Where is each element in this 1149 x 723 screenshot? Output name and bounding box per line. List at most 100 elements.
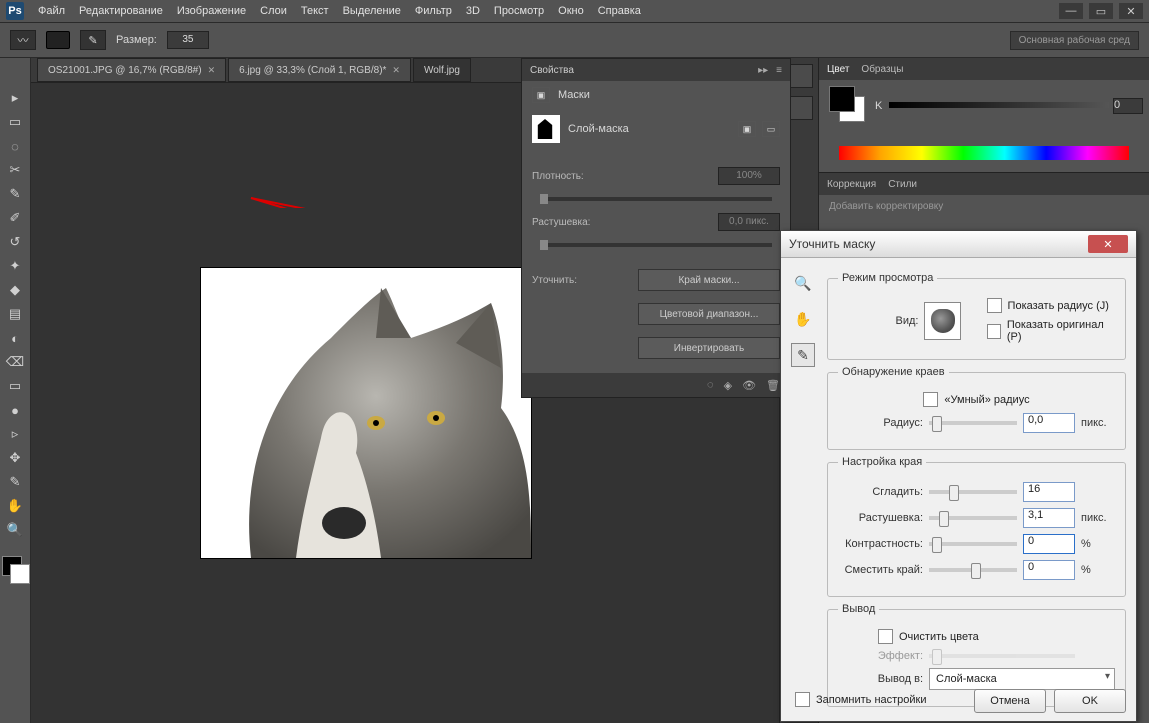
panel-menu-icon[interactable]: ≡ bbox=[776, 65, 782, 76]
fg-bg-swatch[interactable] bbox=[829, 86, 863, 120]
smooth-slider[interactable] bbox=[929, 490, 1017, 494]
remember-checkbox[interactable] bbox=[795, 692, 810, 707]
menu-edit[interactable]: Редактирование bbox=[79, 5, 163, 17]
toggle-icon[interactable]: 👁 bbox=[742, 379, 756, 392]
menu-select[interactable]: Выделение bbox=[343, 5, 401, 17]
feather-value[interactable]: 0,0 пикс. bbox=[718, 213, 780, 231]
adjustments-tabs: Коррекция Стили bbox=[819, 172, 1149, 195]
brush-tool[interactable]: ↺ bbox=[3, 232, 27, 252]
view-thumb[interactable] bbox=[924, 302, 960, 340]
eyedropper-tool[interactable]: ✎ bbox=[3, 184, 27, 204]
tab-doc-2[interactable]: 6.jpg @ 33,3% (Слой 1, RGB/8)*✕ bbox=[228, 58, 411, 82]
contrast-slider[interactable] bbox=[929, 542, 1017, 546]
tab-color[interactable]: Цвет bbox=[827, 64, 849, 75]
refine-brush-icon[interactable]: ✎ bbox=[791, 343, 815, 367]
crop-tool[interactable]: ✂ bbox=[3, 160, 27, 180]
show-original-checkbox[interactable] bbox=[987, 324, 1001, 339]
menu-filter[interactable]: Фильтр bbox=[415, 5, 452, 17]
feather-slider[interactable] bbox=[540, 243, 772, 247]
path-tool[interactable]: ✥ bbox=[3, 448, 27, 468]
ok-button[interactable]: OK bbox=[1054, 689, 1126, 713]
contrast-unit: % bbox=[1081, 538, 1115, 550]
menu-text[interactable]: Текст bbox=[301, 5, 329, 17]
shift-slider[interactable] bbox=[929, 568, 1017, 572]
stamp-tool[interactable]: ✦ bbox=[3, 256, 27, 276]
menu-image[interactable]: Изображение bbox=[177, 5, 246, 17]
heal-tool[interactable]: ✐ bbox=[3, 208, 27, 228]
smart-radius-checkbox[interactable] bbox=[923, 392, 938, 407]
menu-view[interactable]: Просмотр bbox=[494, 5, 544, 17]
marquee-tool[interactable]: ▭ bbox=[3, 112, 27, 132]
window-close-button[interactable]: ✕ bbox=[1119, 3, 1143, 19]
invert-button[interactable]: Инвертировать bbox=[638, 337, 780, 359]
menu-3d[interactable]: 3D bbox=[466, 5, 480, 17]
dialog-close-button[interactable]: ✕ bbox=[1088, 235, 1128, 253]
color-range-button[interactable]: Цветовой диапазон... bbox=[638, 303, 780, 325]
contrast-input[interactable]: 0 bbox=[1023, 534, 1075, 554]
apply-icon[interactable]: ◈ bbox=[724, 379, 732, 392]
properties-panel: Свойства ▸▸≡ ▣ Маски Слой-маска ▣ ▭ Плот… bbox=[521, 58, 791, 398]
feather-slider[interactable] bbox=[929, 516, 1017, 520]
adjust-edge-group: Настройка края Сгладить: 16 Растушевка: … bbox=[827, 456, 1126, 597]
eraser-tool[interactable]: ▤ bbox=[3, 304, 27, 324]
dodge-tool[interactable]: ▭ bbox=[3, 376, 27, 396]
shape-tool[interactable]: ✎ bbox=[3, 472, 27, 492]
size-input[interactable]: 35 bbox=[167, 31, 209, 49]
gradient-tool[interactable]: ◐ bbox=[3, 328, 27, 348]
density-value[interactable]: 100% bbox=[718, 167, 780, 185]
shift-input[interactable]: 0 bbox=[1023, 560, 1075, 580]
tab-styles[interactable]: Стили bbox=[888, 179, 917, 190]
mask-type-icon[interactable]: ▣ bbox=[532, 87, 550, 103]
workspace-label[interactable]: Основная рабочая сред bbox=[1010, 31, 1139, 50]
cancel-button[interactable]: Отмена bbox=[974, 689, 1046, 713]
lasso-tool[interactable]: ◌ bbox=[3, 136, 27, 156]
zoom-tool-icon[interactable]: 🔍 bbox=[791, 271, 815, 295]
decontaminate-checkbox[interactable] bbox=[878, 629, 893, 644]
brush-preview[interactable] bbox=[46, 31, 70, 49]
mask-thumbnail[interactable] bbox=[532, 115, 560, 143]
history-brush-tool[interactable]: ◆ bbox=[3, 280, 27, 300]
k-slider[interactable] bbox=[889, 102, 1109, 108]
tab-swatches[interactable]: Образцы bbox=[861, 64, 903, 75]
smooth-input[interactable]: 16 bbox=[1023, 482, 1075, 502]
pixel-mask-icon[interactable]: ▣ bbox=[738, 121, 756, 137]
canvas[interactable] bbox=[201, 268, 531, 558]
hand-tool[interactable]: ✋ bbox=[3, 496, 27, 516]
brush-icon[interactable]: 〰 bbox=[10, 30, 36, 50]
vector-mask-icon[interactable]: ▭ bbox=[762, 121, 780, 137]
shift-label: Сместить край: bbox=[838, 564, 923, 576]
menu-file[interactable]: Файл bbox=[38, 5, 65, 17]
density-slider[interactable] bbox=[540, 197, 772, 201]
menu-layers[interactable]: Слои bbox=[260, 5, 287, 17]
panel-header: Свойства ▸▸≡ bbox=[522, 59, 790, 81]
move-tool[interactable]: ▸ bbox=[3, 88, 27, 108]
zoom-tool[interactable]: 🔍 bbox=[3, 520, 27, 540]
feather-input[interactable]: 3,1 bbox=[1023, 508, 1075, 528]
type-tool[interactable]: ▹ bbox=[3, 424, 27, 444]
menu-window[interactable]: Окно bbox=[558, 5, 584, 17]
tab-adjustments[interactable]: Коррекция bbox=[827, 179, 876, 190]
window-maximize-button[interactable]: ▭ bbox=[1089, 3, 1113, 19]
window-minimize-button[interactable]: — bbox=[1059, 3, 1083, 19]
tab-doc-1[interactable]: OS21001.JPG @ 16,7% (RGB/8#)✕ bbox=[37, 58, 226, 82]
pen-tool[interactable]: ● bbox=[3, 400, 27, 420]
blur-tool[interactable]: ⌫ bbox=[3, 352, 27, 372]
tab-doc-3[interactable]: Wolf.jpg bbox=[413, 58, 471, 82]
close-icon[interactable]: ✕ bbox=[392, 65, 400, 76]
show-radius-checkbox[interactable] bbox=[987, 298, 1002, 313]
delete-icon[interactable]: 🗑 bbox=[766, 379, 780, 392]
radius-slider[interactable] bbox=[929, 421, 1017, 425]
panel-dock-icon[interactable]: ▸▸ bbox=[758, 65, 768, 76]
hand-tool-icon[interactable]: ✋ bbox=[791, 307, 815, 331]
output-to-combo[interactable]: Слой-маска bbox=[929, 668, 1115, 690]
menu-help[interactable]: Справка bbox=[598, 5, 641, 17]
brush-alt-icon[interactable]: ✎ bbox=[80, 30, 106, 50]
color-swatches[interactable] bbox=[2, 556, 28, 582]
k-value[interactable]: 0 bbox=[1113, 98, 1143, 114]
spectrum[interactable] bbox=[839, 146, 1129, 160]
mask-edge-button[interactable]: Край маски... bbox=[638, 269, 780, 291]
close-icon[interactable]: ✕ bbox=[208, 65, 216, 76]
dialog-titlebar[interactable]: Уточнить маску ✕ bbox=[781, 231, 1136, 258]
load-selection-icon[interactable]: ◌ bbox=[707, 379, 714, 391]
radius-input[interactable]: 0,0 bbox=[1023, 413, 1075, 433]
